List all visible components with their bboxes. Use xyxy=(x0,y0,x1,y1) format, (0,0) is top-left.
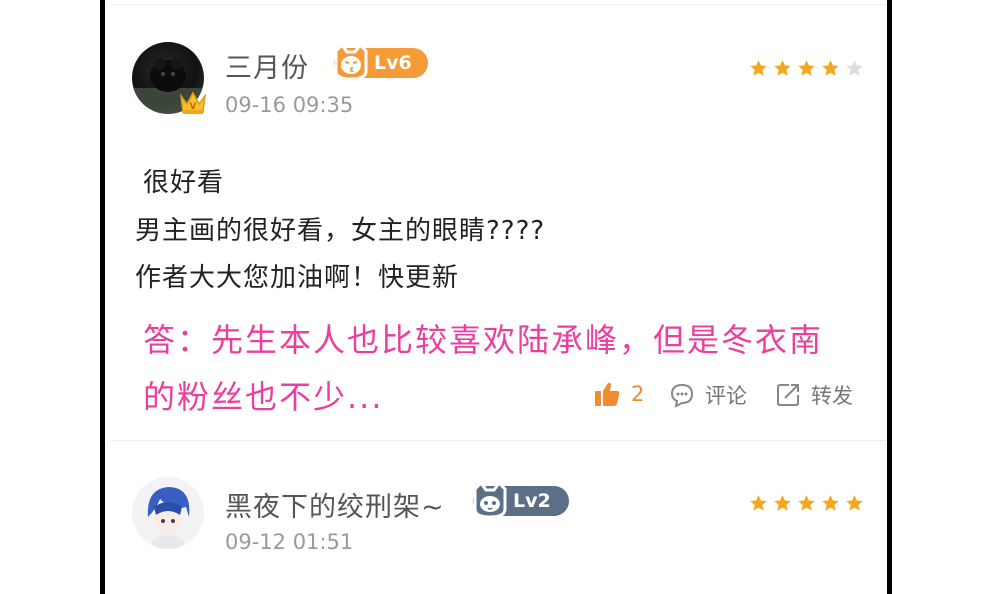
comment-line: 作者大大您加油啊！快更新 xyxy=(135,263,460,293)
level-label: Lv2 xyxy=(513,490,551,512)
avatar[interactable] xyxy=(132,477,204,549)
cat-face-icon xyxy=(469,479,511,521)
star-filled-icon xyxy=(822,60,839,76)
star-filled-icon xyxy=(774,495,791,511)
timestamp: 09-12 01:51 xyxy=(225,530,354,554)
comment-label: 评论 xyxy=(705,384,747,408)
vip-crown-icon: V xyxy=(179,90,207,116)
username[interactable]: 三月份 xyxy=(225,46,309,85)
like-button[interactable]: 2 xyxy=(593,380,644,408)
comment-line: 男主画的很好看，女主的眼睛???? xyxy=(135,216,546,246)
star-filled-icon xyxy=(750,60,767,76)
comment-divider xyxy=(110,440,887,441)
username[interactable]: 黑夜下的绞刑架~ xyxy=(225,485,445,524)
star-filled-icon xyxy=(822,495,839,511)
cat-face-icon: ε xyxy=(330,41,372,83)
like-count: 2 xyxy=(631,382,645,406)
comment-line: 很好看 xyxy=(143,168,225,198)
comment-list: V 三月份 ε Lv6 09-16 09:35 很好看 男主画的很好看，女主的眼… xyxy=(105,0,887,594)
svg-text:ε: ε xyxy=(349,65,354,75)
star-filled-icon xyxy=(846,495,863,511)
level-badge: ε Lv6 xyxy=(334,42,428,81)
star-filled-icon xyxy=(798,495,815,511)
top-divider xyxy=(110,4,887,5)
share-icon xyxy=(775,382,801,408)
author-reply-line: 答：先生本人也比较喜欢陆承峰，但是冬衣南 xyxy=(143,321,824,359)
comment-bubble-icon xyxy=(669,382,695,408)
comment-button[interactable]: 评论 xyxy=(669,380,747,410)
star-empty-icon xyxy=(846,60,863,76)
star-rating xyxy=(749,494,864,513)
timestamp: 09-16 09:35 xyxy=(225,93,354,117)
svg-text:V: V xyxy=(190,102,197,112)
author-reply-line: 的粉丝也不少... xyxy=(143,378,384,416)
level-label: Lv6 xyxy=(374,52,412,74)
star-rating xyxy=(749,59,864,78)
star-filled-icon xyxy=(750,495,767,511)
star-filled-icon xyxy=(798,60,815,76)
level-badge: Lv2 xyxy=(473,480,569,519)
star-filled-icon xyxy=(774,60,791,76)
right-frame-border xyxy=(887,0,892,594)
share-label: 转发 xyxy=(811,384,853,408)
thumbs-up-icon xyxy=(593,380,621,408)
share-button[interactable]: 转发 xyxy=(775,380,853,410)
